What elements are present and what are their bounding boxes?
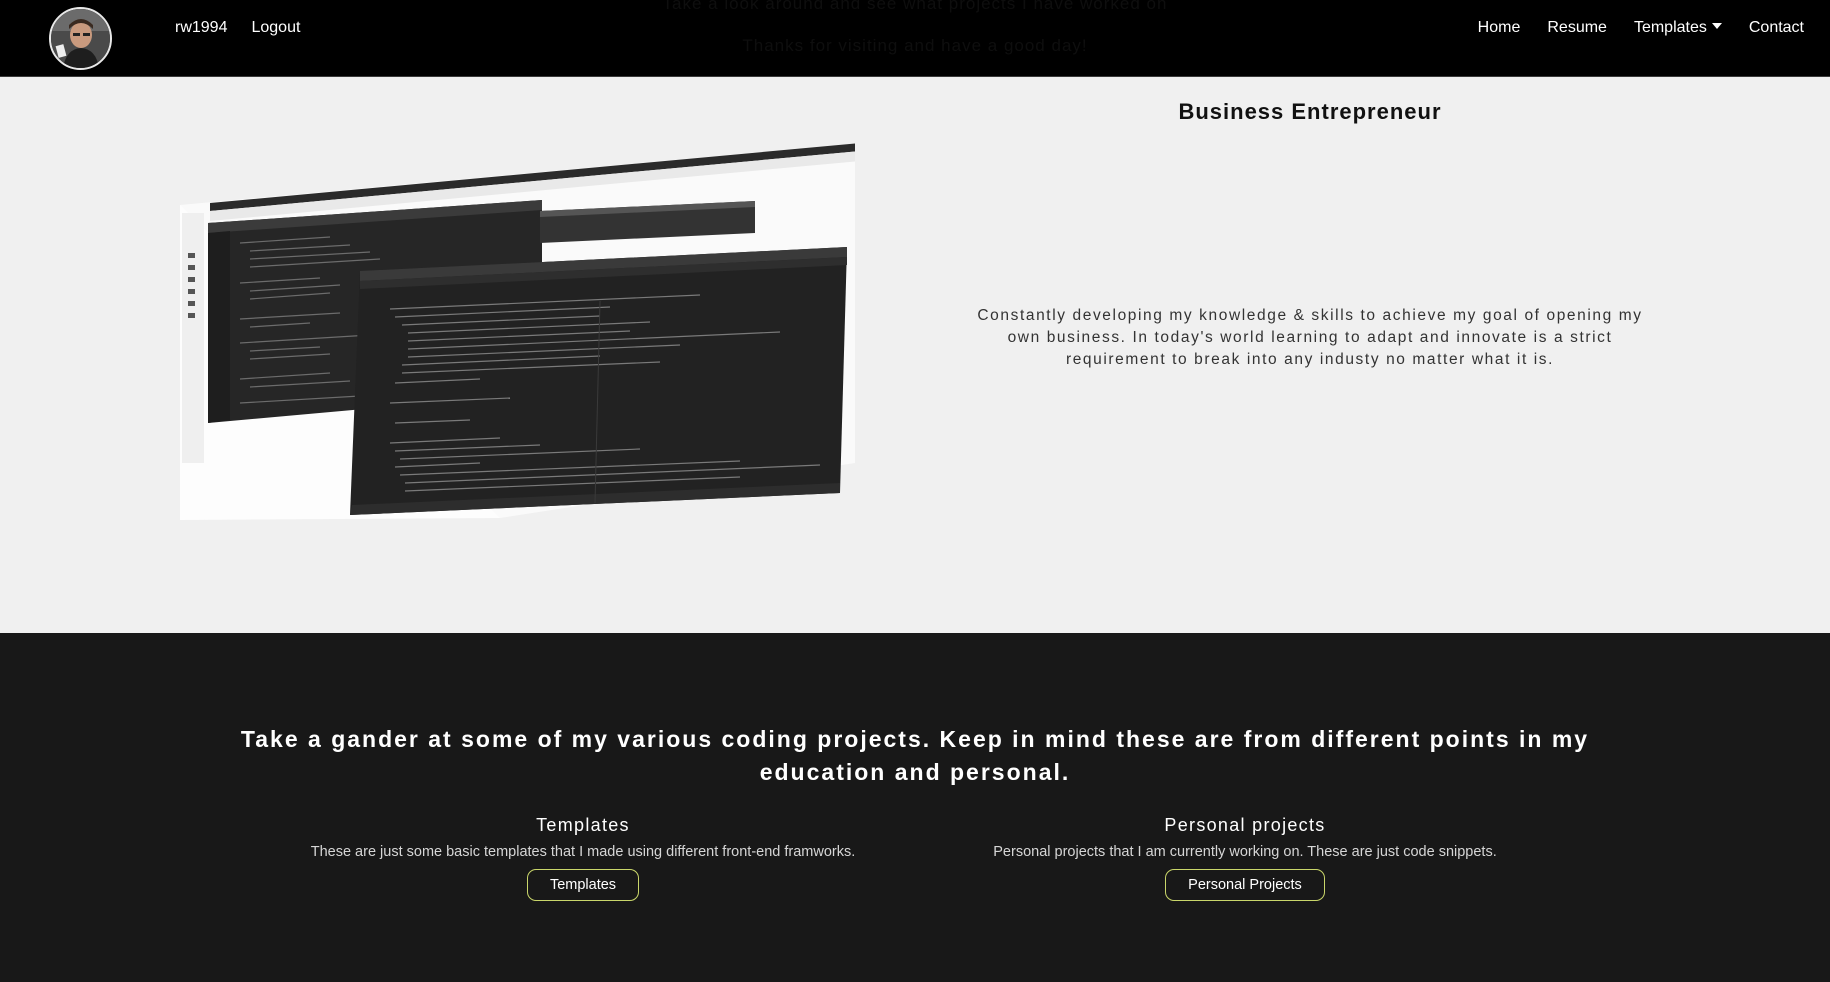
templates-card-title: Templates [536,815,630,835]
hero-section: Business Entrepreneur Constantly develop… [0,78,1830,633]
personal-projects-card-description: Personal projects that I am currently wo… [993,844,1497,860]
logout-link[interactable]: Logout [251,19,300,37]
top-navbar: Take a look around and see what projects… [0,0,1830,77]
main-nav: Home Resume Templates Contact [1478,19,1804,37]
caret-down-icon [1711,23,1722,29]
user-menu: rw1994 Logout [175,19,300,37]
nav-templates-dropdown[interactable]: Templates [1634,19,1722,37]
projects-heading: Take a gander at some of my various codi… [240,726,1590,785]
username-link[interactable]: rw1994 [175,19,227,37]
navbar-background-text: Take a look around and see what projects… [662,0,1168,13]
nav-resume[interactable]: Resume [1547,19,1607,37]
nav-templates-label: Templates [1633,19,1707,36]
hero-heading: Business Entrepreneur [1178,99,1442,124]
nav-contact[interactable]: Contact [1749,19,1804,37]
navbar-background-text-2: Thanks for visiting and have a good day! [742,36,1088,55]
avatar[interactable] [49,7,112,70]
profile-photo [51,9,110,68]
personal-projects-button[interactable]: Personal Projects [1165,869,1325,901]
templates-card-description: These are just some basic templates that… [310,844,856,860]
templates-card: Templates These are just some basic temp… [283,815,883,901]
templates-button[interactable]: Templates [526,869,640,901]
nav-home[interactable]: Home [1478,19,1521,37]
projects-section: Take a gander at some of my various codi… [0,633,1830,982]
code-editor-screenshot-image [180,143,855,520]
personal-projects-card: Personal projects Personal projects that… [945,815,1545,901]
hero-description: Constantly developing my knowledge & ski… [977,307,1643,368]
personal-projects-card-title: Personal projects [1164,815,1326,835]
